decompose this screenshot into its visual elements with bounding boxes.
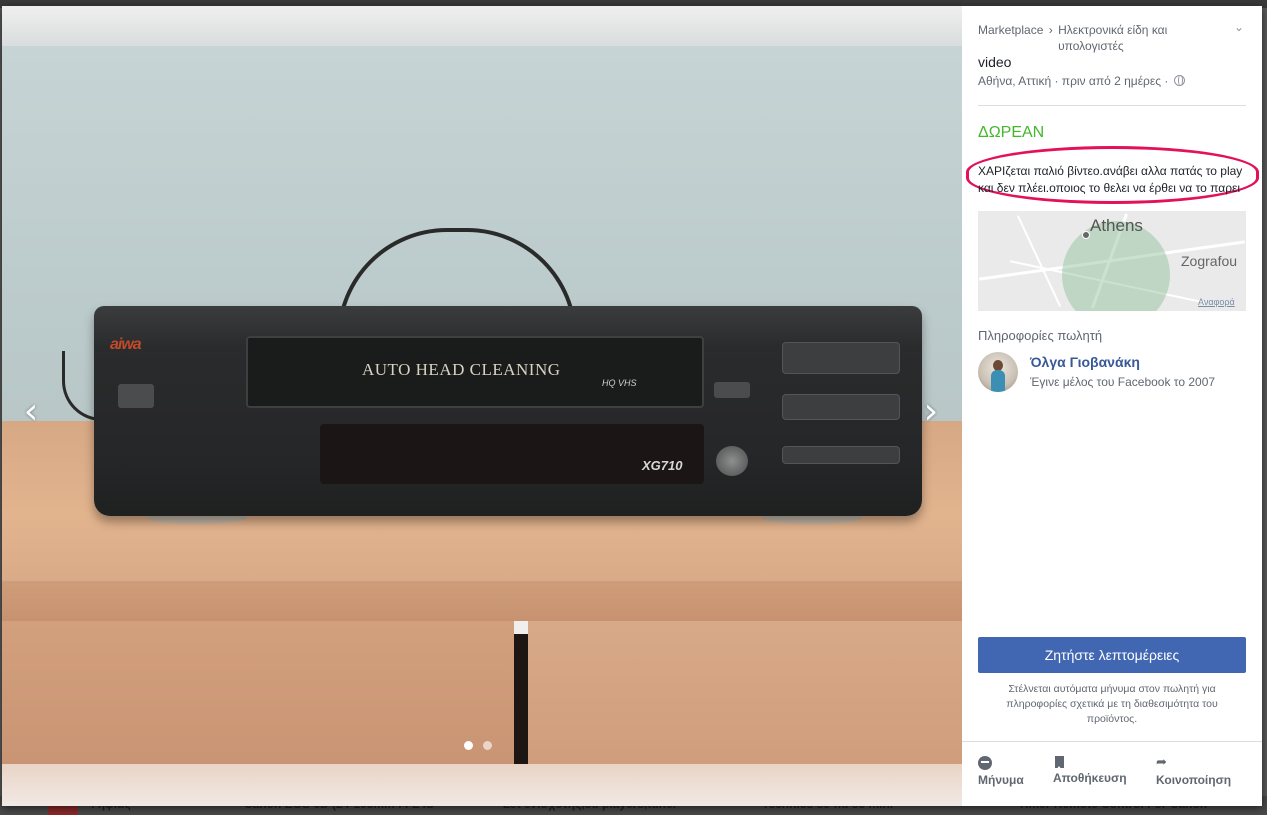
vcr-small-buttons	[782, 446, 900, 464]
breadcrumb-category[interactable]: Ηλεκτρονικά είδη και υπολογιστές	[1058, 22, 1208, 54]
photo-dot[interactable]	[483, 741, 492, 750]
cta-note: Στέλνεται αυτόματα μήνυμα στον πωλητή γι…	[1006, 683, 1218, 725]
globe-icon	[1173, 75, 1185, 86]
share-label: Κοινοποίηση	[1156, 773, 1232, 787]
item-photo[interactable]: aiwa AUTO HEAD CLEANING HQ VHS XG710 ‹ ›	[2, 6, 962, 806]
item-price: ΔΩΡΕΑΝ	[978, 124, 1045, 141]
message-button[interactable]: Μήνυμα	[978, 756, 1024, 787]
seller-info-heading: Πληροφορίες πωλητή	[978, 328, 1103, 343]
chevron-down-icon[interactable]: ⌄	[1234, 20, 1244, 34]
ask-details-button[interactable]: Ζητήστε λεπτομέρειες	[978, 637, 1246, 673]
vcr-brand-logo: aiwa	[110, 336, 142, 353]
messenger-icon	[978, 756, 992, 770]
share-button[interactable]: ➦ Κοινοποίηση	[1156, 756, 1231, 787]
vcr-slot-text: AUTO HEAD CLEANING	[362, 360, 561, 379]
item-description: ΧΑΡΙζεται παλιό βίντεο.ανάβει αλλα πατάς…	[978, 164, 1243, 195]
breadcrumb-marketplace[interactable]: Marketplace	[978, 23, 1043, 37]
location-map[interactable]: Athens Zografou Αναφορά	[978, 211, 1246, 311]
map-label-zografou: Zografou	[1181, 253, 1238, 269]
map-label-athens: Athens	[1090, 216, 1143, 235]
marketplace-item-modal: aiwa AUTO HEAD CLEANING HQ VHS XG710 ‹ ›…	[2, 6, 1262, 806]
vcr-model: XG710	[642, 458, 683, 473]
vcr-display	[320, 424, 704, 484]
previous-photo-button[interactable]: ‹	[18, 394, 44, 434]
message-label: Μήνυμα	[978, 773, 1024, 787]
map-report-link[interactable]: Αναφορά	[1198, 297, 1235, 307]
save-button[interactable]: Αποθήκευση	[1053, 756, 1127, 785]
seller-member-since: Έγινε μέλος του Facebook το 2007	[1030, 375, 1216, 389]
vcr-transport-buttons	[782, 342, 900, 374]
item-location-time: Αθήνα, Αττική · πριν από 2 ημέρες ·	[978, 74, 1169, 88]
vcr-knob	[716, 446, 748, 476]
breadcrumb-separator: ›	[1048, 23, 1053, 37]
breadcrumb: Marketplace › Ηλεκτρονικά είδη και υπολο…	[978, 22, 1228, 54]
item-details-panel: Marketplace › Ηλεκτρονικά είδη και υπολο…	[962, 6, 1262, 806]
map-pin-icon	[1082, 231, 1090, 239]
save-label: Αποθήκευση	[1053, 771, 1127, 785]
vcr-record-buttons	[782, 394, 900, 420]
divider	[978, 105, 1246, 106]
vcr-slot-sub: HQ VHS	[602, 378, 637, 388]
seller-name-link[interactable]: Όλγα Γιοβανάκη	[1030, 354, 1140, 370]
item-meta: Αθήνα, Αττική · πριν από 2 ημέρες ·	[978, 74, 1185, 88]
photo-dot-active[interactable]	[464, 741, 473, 750]
share-icon: ➦	[1156, 755, 1167, 770]
avatar[interactable]	[978, 352, 1018, 392]
item-title: video	[978, 54, 1012, 70]
divider	[962, 741, 1262, 742]
bookmark-icon	[1055, 756, 1064, 770]
next-photo-button[interactable]: ›	[918, 394, 944, 434]
